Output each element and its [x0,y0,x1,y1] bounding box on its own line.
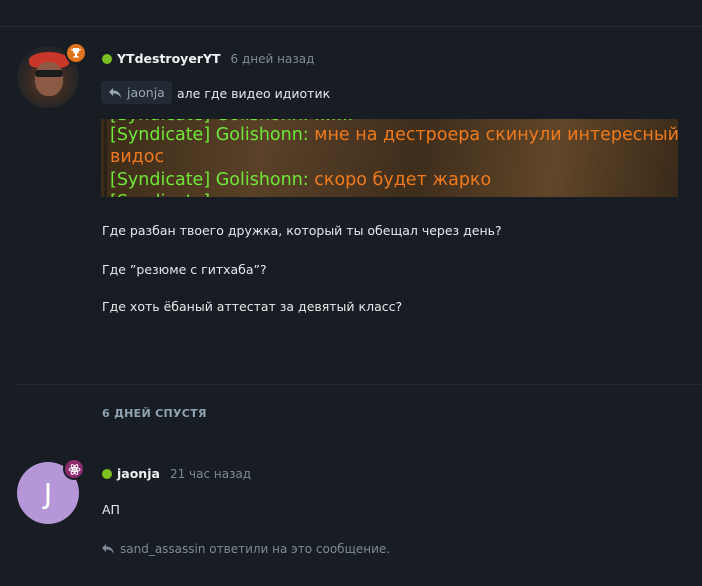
reply-author: jaonja [127,85,165,100]
chat-line-2: видос [110,147,165,167]
timestamp[interactable]: 21 час назад [170,467,251,481]
time-gap-separator: 6 ДНЕЙ СПУСТЯ [102,407,207,420]
message-paragraph: Где хоть ёбаный аттестат за девятый клас… [102,299,403,314]
avatar-letter: J [43,476,53,510]
reply-icon [109,87,121,98]
reply-reference[interactable]: jaonja [101,81,172,104]
username[interactable]: YTdestroyerYT [117,51,221,66]
reply-excerpt: але где видео идиотик [177,86,331,101]
timestamp[interactable]: 6 дней назад [231,52,315,66]
atom-icon [63,458,85,480]
replies-note-text: sand_assassin ответили на это сообщение. [120,542,391,556]
message-text: АП [102,502,120,517]
online-indicator [102,468,112,479]
reply-icon [102,544,114,554]
trophy-icon [65,42,87,64]
chat-line-3: [Syndicate] Golishonn: скоро будет жарко [110,170,492,190]
message-paragraph: Где ”резюме с гитхаба”? [102,262,267,277]
post-header: jaonja 21 час назад [102,466,251,481]
chat-line-1: [Syndicate] Golishonn: мне на дестроера … [110,125,678,145]
username[interactable]: jaonja [117,466,160,481]
post-header: YTdestroyerYT 6 дней назад [102,51,314,66]
replies-note[interactable]: sand_assassin ответили на это сообщение. [101,542,390,556]
attached-screenshot[interactable]: [Syndicate] Golishonn: ....... [Syndicat… [101,119,678,197]
top-divider [0,26,702,27]
message-paragraph: Где разбан твоего дружка, который ты обе… [102,223,502,238]
post-divider [16,384,702,385]
online-indicator [102,53,112,64]
